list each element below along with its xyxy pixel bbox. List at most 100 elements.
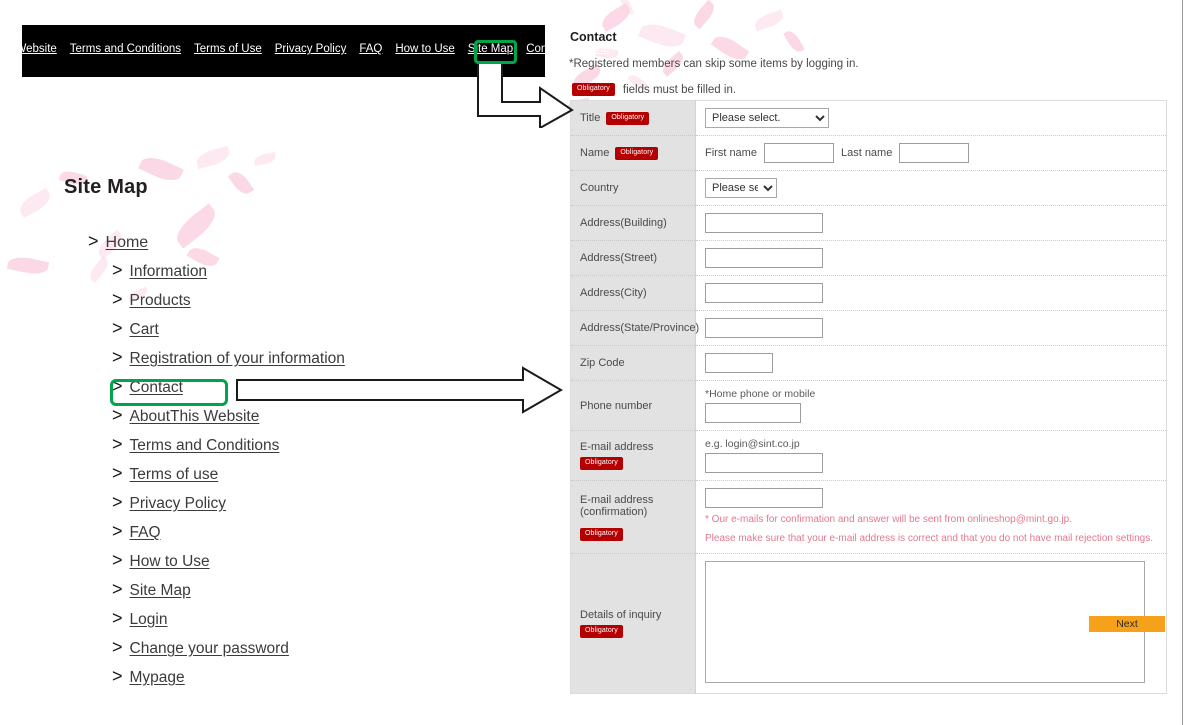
details-textarea[interactable]: [705, 561, 1145, 683]
form-label-email: E-mail address: [580, 441, 654, 453]
email-input[interactable]: [705, 453, 823, 473]
form-label-address-building: Address(Building): [580, 217, 667, 229]
sitemap-item-label: Terms of use: [129, 466, 219, 483]
nav-link-terms-of-use[interactable]: Terms of Use: [194, 42, 262, 57]
email-confirmation-input[interactable]: [705, 488, 823, 508]
page-root: About This Website Terms and Conditions …: [0, 0, 1187, 725]
form-row-address-building: Address(Building): [570, 205, 1167, 241]
form-label-email-confirmation-line2: (confirmation): [580, 505, 648, 518]
next-button[interactable]: Next: [1089, 616, 1165, 632]
form-label-zip-code: Zip Code: [580, 357, 625, 369]
contact-form-panel: Contact *Registered members can skip som…: [560, 0, 1187, 725]
email-hint: e.g. login@sint.co.jp: [705, 438, 800, 450]
address-city-input[interactable]: [705, 283, 823, 303]
phone-input[interactable]: [705, 403, 801, 423]
sitemap-item-label: Cart: [129, 321, 159, 338]
obligatory-badge: Obligatory: [615, 146, 659, 160]
form-label-cell-details: Details of inquiry Obligatory: [570, 553, 696, 694]
form-label-cell-address-building: Address(Building): [570, 205, 696, 241]
form-value-cell-email: e.g. login@sint.co.jp: [696, 431, 1167, 481]
nav-link-home[interactable]: Home: [579, 42, 610, 57]
nav-link-terms-and-conditions[interactable]: Terms and Conditions: [70, 42, 181, 57]
first-name-input[interactable]: [763, 143, 834, 163]
form-label-cell-email: E-mail address Obligatory: [570, 430, 696, 481]
nav-link-faq[interactable]: FAQ: [359, 42, 382, 57]
country-select[interactable]: Please select.: [705, 178, 777, 198]
chevron-right-icon: >: [112, 666, 123, 686]
sitemap-list: > Home > Information > Products > Cart >…: [0, 228, 560, 692]
sitemap-item-mypage[interactable]: > Mypage: [112, 663, 185, 692]
form-row-details: Details of inquiry Obligatory: [570, 553, 1167, 694]
title-select[interactable]: Please select.: [705, 108, 829, 128]
form-label-title: Title: [580, 112, 601, 124]
sitemap-item-label: AboutThis Website: [129, 408, 260, 425]
last-name-input[interactable]: [899, 143, 970, 163]
form-row-address-state: Address(State/Province): [570, 310, 1167, 346]
nav-link-about-this-website[interactable]: About This Website: [0, 42, 57, 57]
form-value-cell-address-building: [696, 206, 1167, 241]
form-label-cell-address-street: Address(Street): [570, 240, 696, 276]
nav-link-contact[interactable]: Contact: [526, 42, 566, 57]
chevron-right-icon: >: [112, 347, 123, 367]
sitemap-item-home[interactable]: > Home: [88, 228, 148, 257]
form-value-cell-address-street: [696, 241, 1167, 276]
nav-link-site-map[interactable]: Site Map: [468, 42, 513, 57]
contact-form-table: Title Obligatory Please select. Name Obl…: [570, 100, 1167, 694]
sitemap-item-site-map[interactable]: > Site Map: [112, 576, 191, 605]
chevron-right-icon: >: [112, 492, 123, 512]
zip-code-input[interactable]: [705, 353, 773, 373]
form-value-cell-zip-code: [696, 346, 1167, 381]
address-building-input[interactable]: [705, 213, 823, 233]
phone-hint: *Home phone or mobile: [705, 388, 816, 400]
sitemap-item-change-password[interactable]: > Change your password: [112, 634, 289, 663]
sitemap-item-cart[interactable]: > Cart: [112, 315, 159, 344]
chevron-right-icon: >: [112, 260, 123, 280]
email-warning-line2: Please make sure that your e-mail addres…: [705, 533, 1154, 544]
sitemap-item-products[interactable]: > Products: [112, 286, 191, 315]
nav-link-how-to-use[interactable]: How to Use: [395, 42, 454, 57]
chevron-right-icon: >: [112, 405, 123, 425]
sitemap-item-label: Contact: [129, 379, 183, 396]
sitemap-item-terms-of-use[interactable]: > Terms of use: [112, 460, 218, 489]
sitemap-item-about-this-website[interactable]: > AboutThis Website: [112, 402, 259, 431]
chevron-right-icon: >: [112, 318, 123, 338]
form-value-cell-email-confirmation: * Our e-mails for confirmation and answe…: [696, 481, 1167, 554]
obligatory-badge: Obligatory: [580, 457, 623, 470]
form-value-cell-address-state: [696, 311, 1167, 346]
address-street-input[interactable]: [705, 248, 823, 268]
sitemap-item-label: How to Use: [129, 553, 210, 570]
sitemap-item-terms-and-conditions[interactable]: > Terms and Conditions: [112, 431, 279, 460]
sitemap-item-faq[interactable]: > FAQ: [112, 518, 161, 547]
form-row-address-city: Address(City): [570, 275, 1167, 311]
nav-link-privacy-policy[interactable]: Privacy Policy: [275, 42, 347, 57]
chevron-right-icon: >: [112, 579, 123, 599]
sitemap-item-registration[interactable]: > Registration of your information: [112, 344, 345, 373]
page-title: Site Map: [64, 176, 148, 198]
form-row-country: Country Please select.: [570, 170, 1167, 206]
form-label-cell-email-confirmation: E-mail address (confirmation) Obligatory: [570, 480, 696, 554]
chevron-right-icon: >: [112, 376, 123, 396]
chevron-right-icon: >: [112, 550, 123, 570]
obligatory-legend: Obligatory fields must be filled in.: [572, 83, 736, 96]
form-row-name: Name Obligatory First name Last name: [570, 135, 1167, 171]
sitemap-item-how-to-use[interactable]: > How to Use: [112, 547, 210, 576]
sitemap-item-label: FAQ: [129, 524, 161, 541]
obligatory-badge: Obligatory: [572, 83, 615, 96]
chevron-right-icon: >: [112, 463, 123, 483]
sitemap-item-privacy-policy[interactable]: > Privacy Policy: [112, 489, 226, 518]
form-label-cell-zip-code: Zip Code: [570, 345, 696, 381]
form-label-cell-address-city: Address(City): [570, 275, 696, 311]
sitemap-item-contact[interactable]: > Contact: [112, 373, 183, 402]
form-label-address-city: Address(City): [580, 287, 647, 299]
top-navigation-bar: About This Website Terms and Conditions …: [0, 25, 610, 77]
form-row-phone: Phone number *Home phone or mobile: [570, 380, 1167, 431]
sitemap-item-label: Mypage: [129, 669, 185, 686]
form-value-cell-name: First name Last name: [696, 136, 1167, 171]
form-value-cell-country: Please select.: [696, 171, 1167, 206]
sitemap-item-login[interactable]: > Login: [112, 605, 167, 634]
address-state-input[interactable]: [705, 318, 823, 338]
obligatory-badge: Obligatory: [580, 625, 623, 638]
sitemap-item-label: Home: [105, 234, 149, 251]
form-label-cell-name: Name Obligatory: [570, 135, 696, 171]
sitemap-item-information[interactable]: > Information: [112, 257, 207, 286]
